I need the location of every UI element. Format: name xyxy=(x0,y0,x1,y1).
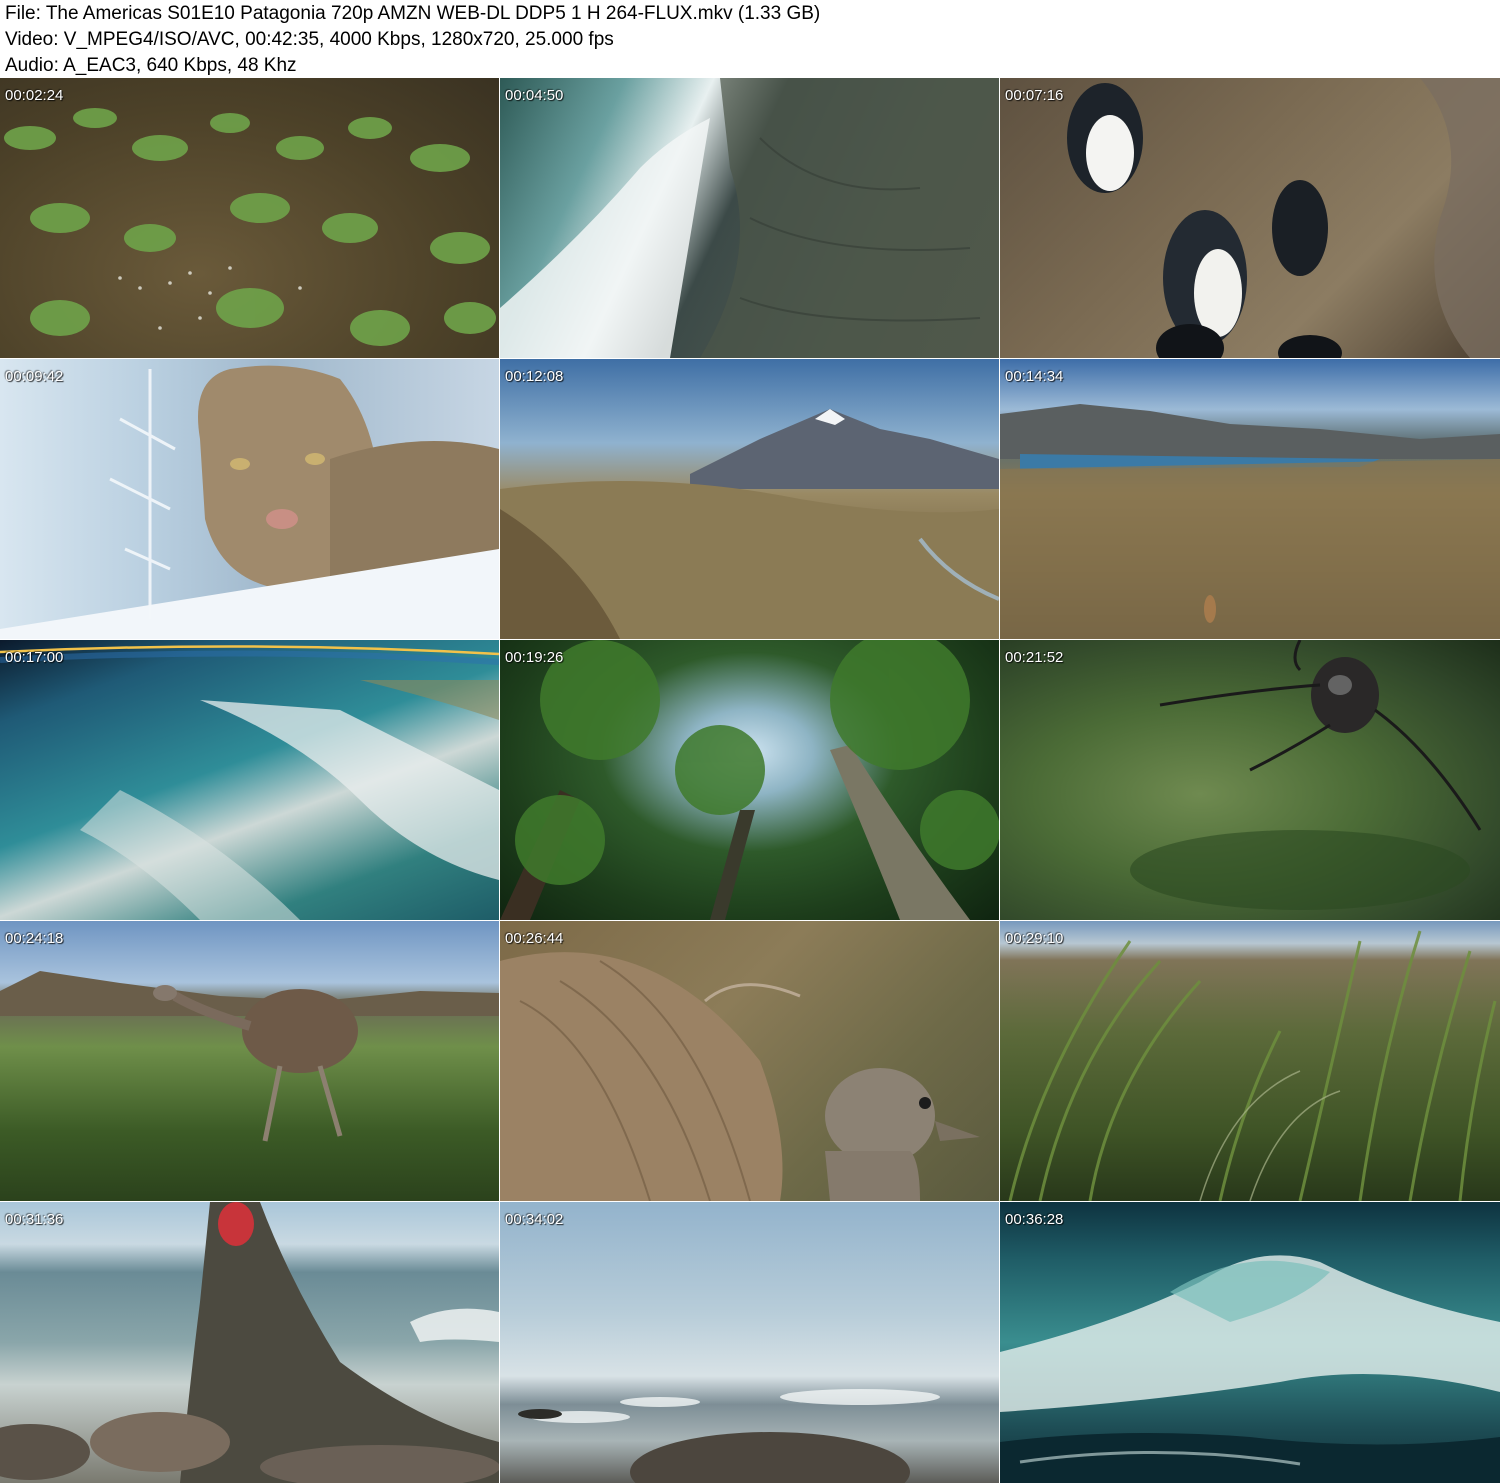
timestamp-label: 00:29:10 xyxy=(1005,930,1064,947)
timestamp-label: 00:07:16 xyxy=(1005,87,1064,104)
thumbnail-frame: 00:12:08 xyxy=(500,359,999,639)
thumbnail-frame: 00:29:10 xyxy=(1000,921,1500,1201)
thumbnail-frame: 00:19:26 xyxy=(500,640,999,920)
thumbnail-frame: 00:09:42 xyxy=(0,359,499,639)
timestamp-label: 00:04:50 xyxy=(505,87,564,104)
timestamp-label: 00:17:00 xyxy=(5,649,64,666)
thumbnail-frame: 00:21:52 xyxy=(1000,640,1500,920)
scene-tall-grass xyxy=(1008,930,1497,1201)
file-info-header: File: The Americas S01E10 Patagonia 720p… xyxy=(0,0,1500,78)
thumbnail-frame: 00:24:18 xyxy=(0,921,499,1201)
timestamp-label: 00:12:08 xyxy=(505,368,564,385)
thumbnail-frame: 00:31:36 xyxy=(0,1202,499,1483)
scene-rocky-coast xyxy=(500,78,999,358)
scene-rhea-chick xyxy=(500,952,980,1201)
timestamp-label: 00:31:36 xyxy=(5,1211,64,1228)
thumbnail-frame: 00:07:16 xyxy=(1000,78,1500,358)
timestamp-label: 00:09:42 xyxy=(5,368,64,385)
thumbnail-frame: 00:14:34 xyxy=(1000,359,1500,639)
scene-penguins xyxy=(1067,78,1500,358)
scene-elephant-seal xyxy=(0,1202,499,1483)
thumbnail-frame: 00:02:24 xyxy=(0,78,499,358)
thumbnail-frame: 00:36:28 xyxy=(1000,1202,1500,1483)
timestamp-label: 00:02:24 xyxy=(5,87,64,104)
file-name-line: File: The Americas S01E10 Patagonia 720p… xyxy=(5,3,821,24)
timestamp-label: 00:24:18 xyxy=(5,930,64,947)
thumbnail-frame: 00:17:00 xyxy=(0,640,499,920)
timestamp-label: 00:19:26 xyxy=(505,649,564,666)
scene-breaking-wave xyxy=(1000,1255,1500,1483)
scene-ocean-seal xyxy=(518,1389,940,1483)
scene-puma xyxy=(0,365,499,639)
thumbnail-frame: 00:26:44 xyxy=(500,921,999,1201)
timestamp-label: 00:26:44 xyxy=(505,930,564,947)
video-info-line: Video: V_MPEG4/ISO/AVC, 00:42:35, 4000 K… xyxy=(5,29,614,50)
audio-info-line: Audio: A_EAC3, 640 Kbps, 48 Khz xyxy=(5,55,297,76)
scene-satellite-earth xyxy=(0,645,499,920)
timestamp-label: 00:36:28 xyxy=(1005,1211,1064,1228)
scene-tussock-colony xyxy=(4,108,496,346)
timestamp-label: 00:21:52 xyxy=(1005,649,1064,666)
scene-mountains xyxy=(500,409,999,639)
thumbnail-frame: 00:34:02 xyxy=(500,1202,999,1483)
scene-forest-canopy xyxy=(500,640,999,920)
scene-insect xyxy=(1130,640,1482,910)
timestamp-label: 00:34:02 xyxy=(505,1211,564,1228)
scene-rhea xyxy=(0,971,499,1142)
timestamp-label: 00:14:34 xyxy=(1005,368,1064,385)
thumbnail-frame: 00:04:50 xyxy=(500,78,999,358)
thumbnail-grid: 00:02:24 00:04:50 00:07:16 00:09:42 00:1… xyxy=(0,78,1500,1483)
scene-steppe-lake xyxy=(1000,404,1500,639)
